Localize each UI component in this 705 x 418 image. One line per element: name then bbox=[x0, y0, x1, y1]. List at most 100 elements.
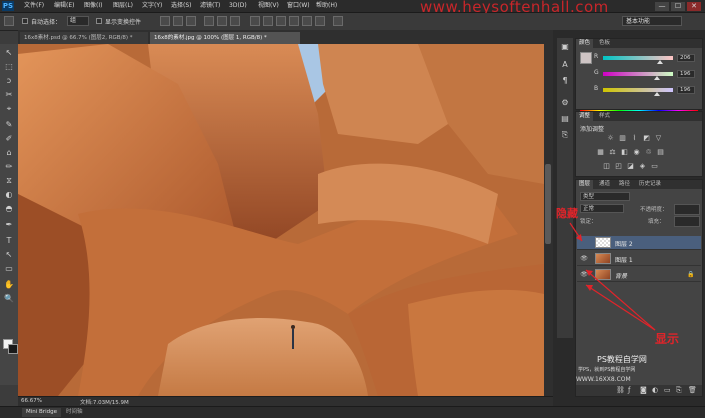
move-tool-preset-icon[interactable] bbox=[4, 16, 14, 26]
doc-tab-psd[interactable]: 16x8素材.psd @ 66.7% (图层2, RGB/8) * bbox=[20, 32, 148, 44]
clone-stamp-tool-icon[interactable]: ✏ bbox=[3, 162, 15, 172]
channel-mixer-icon[interactable]: ♲ bbox=[644, 148, 653, 157]
menu-window[interactable]: 窗口(W) bbox=[287, 1, 310, 11]
distribute-hcenter-icon[interactable] bbox=[302, 16, 312, 26]
vibrance-icon[interactable]: ▽ bbox=[654, 134, 663, 143]
auto-select-checkbox[interactable] bbox=[22, 18, 28, 24]
minimize-button[interactable]: — bbox=[655, 2, 669, 11]
trash-icon[interactable]: 🗑 bbox=[688, 386, 697, 394]
layer-filter-dropdown[interactable]: 类型 bbox=[580, 192, 630, 201]
timeline-tab[interactable]: 时间轴 bbox=[62, 408, 87, 417]
quick-select-tool-icon[interactable]: ✂ bbox=[3, 90, 15, 100]
exposure-icon[interactable]: ◩ bbox=[642, 134, 651, 143]
brightness-icon[interactable]: ☼ bbox=[606, 134, 615, 143]
menu-view[interactable]: 视图(V) bbox=[258, 1, 279, 11]
tab-paths[interactable]: 路径 bbox=[616, 180, 633, 189]
color-lookup-icon[interactable]: ▤ bbox=[656, 148, 665, 157]
menu-file[interactable]: 文件(F) bbox=[24, 1, 44, 11]
canvas-vertical-scrollbar[interactable] bbox=[544, 44, 553, 396]
menu-filter[interactable]: 滤镜(T) bbox=[200, 1, 220, 11]
distribute-left-icon[interactable] bbox=[289, 16, 299, 26]
type-tool-icon[interactable]: T bbox=[3, 236, 15, 246]
slider-r-thumb[interactable] bbox=[656, 60, 663, 64]
show-transform-checkbox[interactable] bbox=[96, 18, 102, 24]
tab-swatches[interactable]: 色板 bbox=[596, 39, 613, 48]
selective-color-icon[interactable]: ◈ bbox=[638, 162, 647, 171]
tab-color[interactable]: 颜色 bbox=[576, 39, 594, 48]
move-tool-icon[interactable]: ↖ bbox=[3, 48, 15, 58]
tab-adjustments[interactable]: 调整 bbox=[576, 112, 594, 121]
tab-layers[interactable]: 图层 bbox=[576, 180, 594, 189]
align-top-icon[interactable] bbox=[160, 16, 170, 26]
menu-select[interactable]: 选择(S) bbox=[171, 1, 192, 11]
doc-tab-jpg[interactable]: 16x8的素材.jpg @ 100% (图层 1, RGB/8) * bbox=[150, 32, 300, 44]
menu-type[interactable]: 文字(Y) bbox=[142, 1, 162, 11]
brush-tool-icon[interactable]: ⌂ bbox=[3, 148, 15, 158]
slider-g-track[interactable] bbox=[603, 72, 673, 76]
history-brush-tool-icon[interactable]: ⧖ bbox=[3, 176, 15, 186]
menu-image[interactable]: 图像(I) bbox=[84, 1, 102, 11]
opacity-field[interactable] bbox=[674, 204, 700, 215]
zoom-tool-icon[interactable]: 🔍 bbox=[3, 294, 15, 304]
mini-bridge-tab[interactable]: Mini Bridge bbox=[22, 408, 61, 417]
path-select-tool-icon[interactable]: ↖ bbox=[3, 250, 15, 260]
threshold-icon[interactable]: ◪ bbox=[626, 162, 635, 171]
foreground-swatch[interactable] bbox=[580, 52, 592, 64]
character-panel-icon[interactable]: A bbox=[560, 60, 570, 70]
align-right-icon[interactable] bbox=[230, 16, 240, 26]
distribute-top-icon[interactable] bbox=[250, 16, 260, 26]
paragraph-panel-icon[interactable]: ¶ bbox=[560, 76, 570, 86]
menu-help[interactable]: 帮助(H) bbox=[316, 1, 337, 11]
fx-icon[interactable]: ƒ bbox=[628, 386, 630, 394]
slider-g-value[interactable]: 196 bbox=[677, 70, 695, 78]
slider-b-value[interactable]: 196 bbox=[677, 86, 695, 94]
adjustment-layer-icon[interactable]: ◐ bbox=[652, 386, 658, 394]
eyedropper-tool-icon[interactable]: ✎ bbox=[3, 120, 15, 130]
clone-source-icon[interactable]: ⎘ bbox=[560, 130, 570, 140]
maximize-button[interactable]: ☐ bbox=[671, 2, 685, 11]
curves-icon[interactable]: ⌇ bbox=[630, 134, 639, 143]
healing-brush-tool-icon[interactable]: ✐ bbox=[3, 134, 15, 144]
crop-tool-icon[interactable]: ⌖ bbox=[3, 104, 15, 114]
tab-channels[interactable]: 通道 bbox=[596, 180, 613, 189]
levels-icon[interactable]: ▥ bbox=[618, 134, 627, 143]
zoom-level[interactable]: 66.67% bbox=[21, 398, 42, 404]
tool-presets-icon[interactable]: ⚙ bbox=[560, 98, 570, 108]
close-button[interactable]: ✕ bbox=[687, 2, 701, 11]
align-hcenter-icon[interactable] bbox=[217, 16, 227, 26]
black-white-icon[interactable]: ◧ bbox=[620, 148, 629, 157]
document-canvas[interactable] bbox=[18, 44, 544, 396]
mask-icon[interactable]: ◙ bbox=[640, 386, 647, 394]
brush-panel-icon[interactable]: ▤ bbox=[560, 114, 570, 124]
menu-layer[interactable]: 图层(L) bbox=[113, 1, 133, 11]
link-layers-icon[interactable]: ⛓ bbox=[616, 386, 625, 394]
scrollbar-thumb[interactable] bbox=[545, 164, 551, 244]
slider-g-thumb[interactable] bbox=[653, 76, 660, 80]
tab-styles[interactable]: 样式 bbox=[596, 112, 613, 121]
marquee-tool-icon[interactable]: ⬚ bbox=[3, 62, 15, 72]
background-color-swatch[interactable] bbox=[8, 344, 18, 354]
auto-align-icon[interactable] bbox=[333, 16, 343, 26]
hand-tool-icon[interactable]: ✋ bbox=[3, 280, 15, 290]
slider-b-track[interactable] bbox=[603, 88, 673, 92]
invert-icon[interactable]: ◫ bbox=[602, 162, 611, 171]
align-vcenter-icon[interactable] bbox=[173, 16, 183, 26]
color-balance-icon[interactable]: ⚖ bbox=[608, 148, 617, 157]
distribute-bottom-icon[interactable] bbox=[276, 16, 286, 26]
hue-sat-icon[interactable]: ▦ bbox=[596, 148, 605, 157]
distribute-right-icon[interactable] bbox=[315, 16, 325, 26]
slider-r-value[interactable]: 206 bbox=[677, 54, 695, 62]
new-layer-icon[interactable]: ⎘ bbox=[676, 386, 682, 395]
shape-tool-icon[interactable]: ▭ bbox=[3, 264, 15, 274]
posterize-icon[interactable]: ◰ bbox=[614, 162, 623, 171]
pen-tool-icon[interactable]: ✒ bbox=[3, 220, 15, 230]
align-bottom-icon[interactable] bbox=[186, 16, 196, 26]
slider-b-thumb[interactable] bbox=[653, 92, 660, 96]
tab-history[interactable]: 历史记录 bbox=[636, 180, 664, 189]
lasso-tool-icon[interactable]: ↄ bbox=[3, 76, 15, 86]
menu-edit[interactable]: 编辑(E) bbox=[54, 1, 74, 11]
photo-filter-icon[interactable]: ◉ bbox=[632, 148, 641, 157]
gradient-tool-icon[interactable]: ◓ bbox=[3, 204, 15, 214]
eraser-tool-icon[interactable]: ◐ bbox=[3, 190, 15, 200]
align-left-icon[interactable] bbox=[204, 16, 214, 26]
